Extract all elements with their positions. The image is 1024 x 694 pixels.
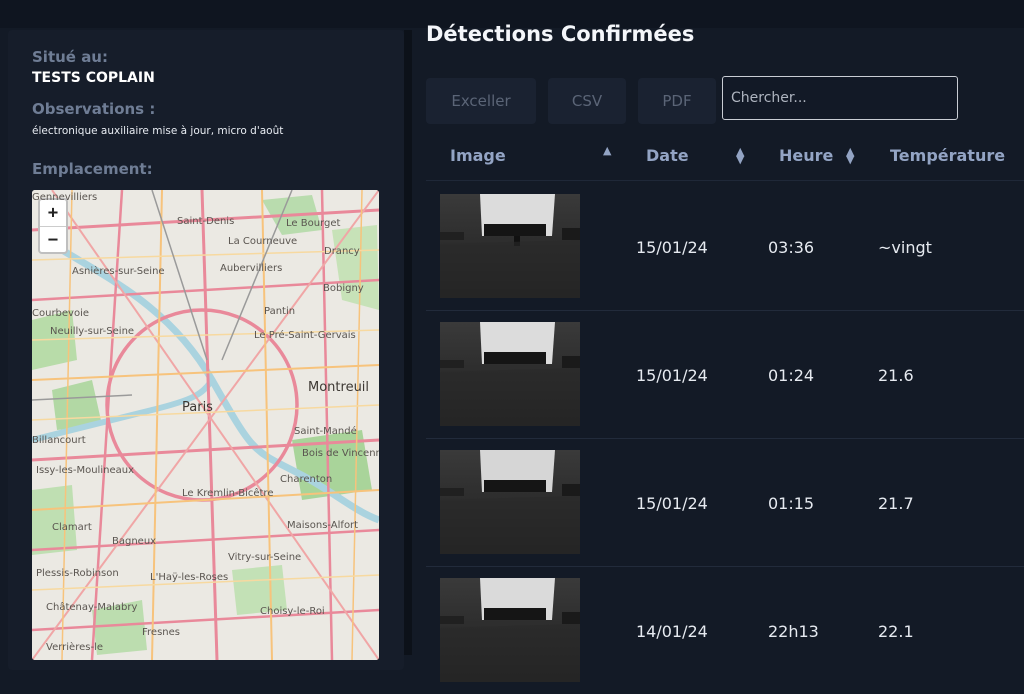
- temperature-cell: 21.7: [878, 494, 914, 513]
- map-label-vitry: Vitry-sur-Seine: [228, 552, 302, 563]
- time-cell: 03:36: [768, 238, 815, 257]
- map-label-charenton: Charenton: [280, 474, 333, 485]
- map-label-paris: Paris: [182, 400, 213, 415]
- emplacement-label: Emplacement:: [32, 160, 153, 178]
- map-label-montreuil: Montreuil: [308, 380, 370, 395]
- map-label-le-bourget: Le Bourget: [286, 218, 341, 229]
- table-row[interactable]: 15/01/24 03:36 ~vingt: [426, 182, 1024, 310]
- temperature-cell: ~vingt: [878, 238, 932, 257]
- map-label-billancourt: Billancourt: [32, 435, 86, 446]
- observations-label: Observations :: [32, 100, 156, 118]
- map-label-pre-saint-gervais: Le Pré-Saint-Gervais: [254, 330, 356, 341]
- map-label-choisy: Choisy-le-Roi: [260, 606, 325, 617]
- map-label-bobigny: Bobigny: [323, 283, 364, 294]
- map-label-saint-mande: Saint-Mandé: [294, 426, 357, 437]
- map-zoom-in-button[interactable]: +: [40, 200, 66, 227]
- map-label-neuilly: Neuilly-sur-Seine: [50, 326, 135, 337]
- time-cell: 01:15: [768, 494, 815, 513]
- map-label-le-kremlin: Le Kremlin-Bicêtre: [182, 488, 274, 499]
- map-label-hay: L'Haÿ-les-Roses: [150, 572, 229, 583]
- map-zoom-control: + −: [38, 198, 68, 254]
- detection-thumbnail[interactable]: [440, 578, 580, 682]
- map-label-verrieres: Verrières-le: [46, 642, 103, 653]
- column-header-image[interactable]: Image: [450, 146, 506, 165]
- detection-thumbnail[interactable]: [440, 322, 580, 426]
- column-header-heure[interactable]: Heure: [779, 146, 833, 165]
- map-label-courbevoie: Courbevoie: [32, 308, 90, 319]
- map-label-bois-vincennes: Bois de Vincennes: [302, 448, 379, 459]
- sort-both-icon[interactable]: ▲ ▼: [846, 146, 854, 165]
- location-label: Situé au:: [32, 48, 108, 66]
- map-label-asnieres: Asnières-sur-Seine: [72, 266, 165, 277]
- sort-asc-icon[interactable]: ▲: [603, 145, 611, 156]
- location-map[interactable]: + − Gennevilliers Saint-Denis Le Bourget…: [32, 190, 379, 660]
- date-cell: 14/01/24: [636, 622, 708, 641]
- map-label-saint-denis: Saint-Denis: [177, 216, 235, 227]
- date-cell: 15/01/24: [636, 238, 708, 257]
- export-pdf-button[interactable]: PDF: [638, 78, 716, 124]
- table-row[interactable]: 15/01/24 01:15 21.7: [426, 438, 1024, 566]
- detection-thumbnail[interactable]: [440, 450, 580, 554]
- temperature-cell: 22.1: [878, 622, 914, 641]
- map-label-gennevilliers: Gennevilliers: [32, 192, 98, 203]
- search-input[interactable]: [722, 76, 958, 120]
- map-label-plessis: Plessis-Robinson: [36, 568, 119, 579]
- panel-divider: [404, 30, 412, 655]
- map-label-aubervilliers: Aubervilliers: [220, 263, 283, 274]
- column-header-temperature[interactable]: Température: [890, 146, 1005, 165]
- temperature-cell: 21.6: [878, 366, 914, 385]
- map-label-pantin: Pantin: [264, 306, 296, 317]
- sort-both-icon[interactable]: ▲ ▼: [736, 146, 744, 165]
- table-row[interactable]: 14/01/24 22h13 22.1: [426, 566, 1024, 694]
- camera-frame-image: [440, 450, 580, 554]
- camera-frame-image: [440, 578, 580, 682]
- page-title: Détections Confirmées: [426, 22, 695, 46]
- camera-frame-image: [440, 194, 580, 298]
- table-row[interactable]: 15/01/24 01:24 21.6: [426, 310, 1024, 438]
- map-label-chatenay: Châtenay-Malabry: [46, 602, 138, 613]
- map-label-bagneux: Bagneux: [112, 536, 157, 547]
- map-tiles: [32, 190, 379, 660]
- map-label-drancy: Drancy: [324, 246, 360, 257]
- column-header-date[interactable]: Date: [646, 146, 689, 165]
- map-label-maisons-alfort: Maisons-Alfort: [287, 520, 359, 531]
- map-zoom-out-button[interactable]: −: [40, 227, 66, 253]
- date-cell: 15/01/24: [636, 494, 708, 513]
- export-excel-button[interactable]: Exceller: [426, 78, 536, 124]
- export-csv-button[interactable]: CSV: [548, 78, 626, 124]
- observations-value: électronique auxiliaire mise à jour, mic…: [32, 125, 284, 137]
- time-cell: 01:24: [768, 366, 815, 385]
- map-label-la-courneuve: La Courneuve: [228, 236, 298, 247]
- location-value: TESTS COPLAIN: [32, 70, 155, 86]
- header-divider: [426, 180, 1024, 181]
- map-label-fresnes: Fresnes: [142, 627, 180, 638]
- camera-frame-image: [440, 322, 580, 426]
- map-label-issy: Issy-les-Moulineaux: [36, 465, 134, 476]
- map-label-clamart: Clamart: [52, 522, 92, 533]
- time-cell: 22h13: [768, 622, 819, 641]
- device-info-panel: Situé au: TESTS COPLAIN Observations : é…: [8, 30, 404, 670]
- date-cell: 15/01/24: [636, 366, 708, 385]
- detection-thumbnail[interactable]: [440, 194, 580, 298]
